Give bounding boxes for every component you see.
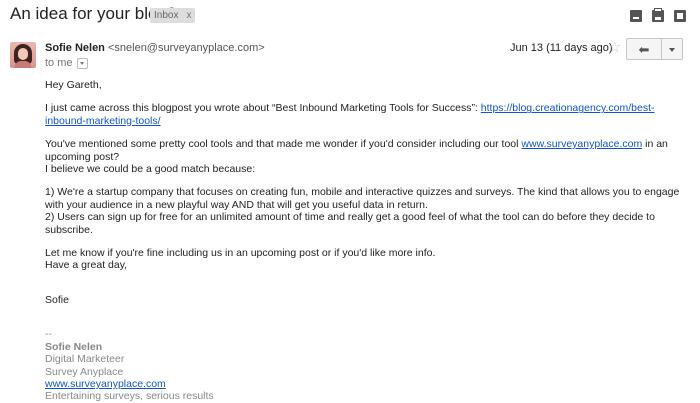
sender-avatar[interactable]: [10, 42, 36, 68]
inbox-label[interactable]: Inbox x: [150, 8, 196, 23]
signature-website-link[interactable]: www.surveyanyplace.com: [45, 378, 166, 390]
inbox-label-text: Inbox: [154, 10, 179, 21]
signature-name: Sofie Nelen: [45, 340, 103, 353]
recipient-text: to me: [45, 57, 73, 69]
star-icon[interactable]: ☆: [608, 38, 621, 56]
paragraph-4: Let me know if you're fine including us …: [45, 247, 436, 260]
expand-icon[interactable]: [630, 10, 642, 22]
paragraph-2: You've mentioned some pretty cool tools …: [45, 138, 668, 163]
reply-button[interactable]: ⬅: [626, 38, 662, 60]
sender-name[interactable]: Sofie Nelen: [45, 42, 105, 54]
reason-2: 2) Users can sign up for free for an unl…: [45, 211, 655, 236]
paragraph-3: I believe we could be a good match becau…: [45, 163, 256, 176]
recipient-line: to me: [45, 57, 88, 69]
open-in-new-window-icon[interactable]: [674, 10, 686, 22]
signature-company: Survey Anyplace: [45, 365, 124, 378]
signature-separator: --: [45, 328, 52, 341]
sender-email: <snelen@surveyanyplace.com>: [107, 42, 265, 54]
remove-label-icon[interactable]: x: [186, 10, 191, 21]
reason-1: 1) We're a startup company that focuses …: [45, 186, 680, 211]
show-details-icon[interactable]: [76, 57, 88, 69]
print-icon[interactable]: [652, 8, 664, 22]
thread-toolbar: [630, 8, 686, 22]
website-link[interactable]: www.surveyanyplace.com: [521, 138, 642, 150]
message-body: Hey Gareth, I just came across this blog…: [45, 79, 681, 403]
signature-title: Digital Marketeer: [45, 353, 125, 366]
more-actions-button[interactable]: [661, 38, 683, 60]
signature-tagline: Entertaining surveys, serious results: [45, 390, 214, 403]
sender-line: Sofie Nelen <snelen@surveyanyplace.com>: [45, 42, 265, 54]
paragraph-5: Have a great day,: [45, 259, 128, 272]
message-date: Jun 13 (11 days ago): [510, 42, 613, 54]
reply-icon: ⬅: [638, 41, 650, 57]
subject-row: An idea for your blog? Inbox x: [10, 4, 692, 30]
closing: Sofie: [45, 293, 69, 306]
paragraph-1: I just came across this blogpost you wro…: [45, 102, 655, 127]
greeting: Hey Gareth,: [45, 79, 102, 91]
